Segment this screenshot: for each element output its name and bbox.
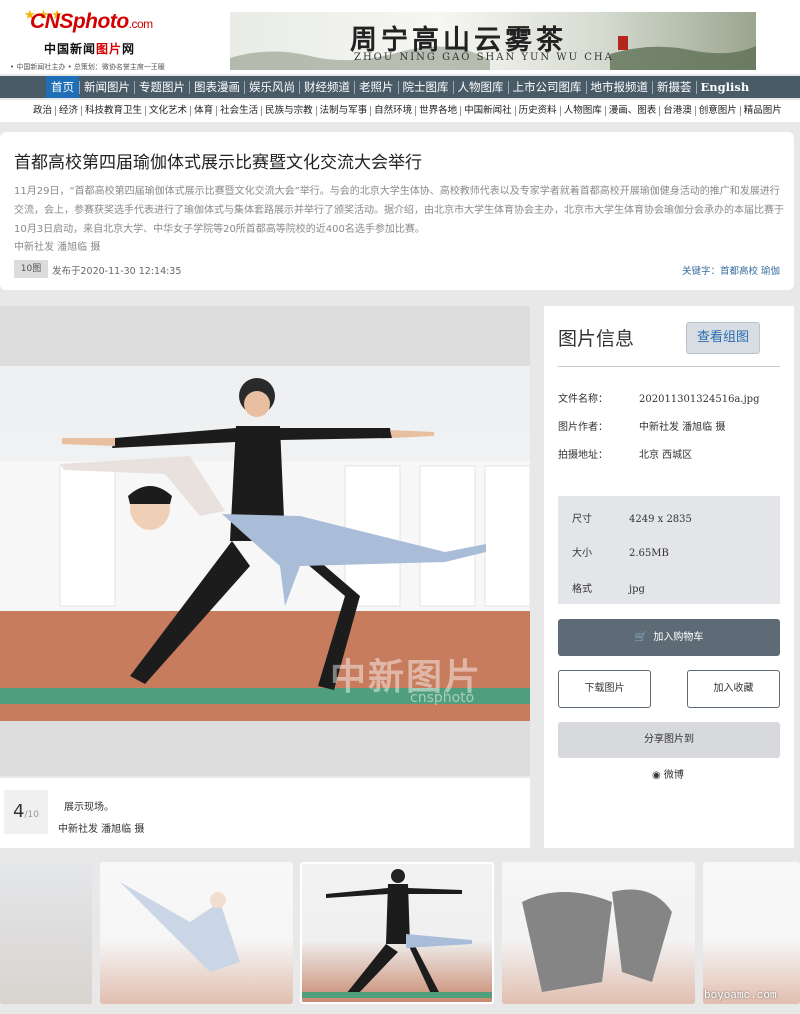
main-nav: 首页 新闻图片 专题图片 图表漫画 娱乐风尚 财经频道 老照片 院士图库 人物图… <box>0 76 800 98</box>
filesize-row: 大小 2.65MB <box>572 548 669 559</box>
thumbnail-strip <box>0 858 800 1008</box>
nav-item-new-photographers[interactable]: 新摄荟 <box>652 80 696 94</box>
seal-icon <box>618 36 628 50</box>
nav-item-home[interactable]: 首页 <box>46 76 79 98</box>
add-favorite-button[interactable]: 加入收藏 <box>687 670 780 708</box>
image-viewer: 中新图片 cnsphoto <box>0 306 530 776</box>
category-item[interactable]: 科技教育卫生 <box>81 106 145 116</box>
divider <box>558 366 780 367</box>
location-row: 拍摄地址： 北京 西城区 <box>558 450 693 461</box>
category-item[interactable]: 历史资料 <box>514 106 560 116</box>
nav-item-english[interactable]: English <box>695 80 754 94</box>
article-credit: 中新社发 潘旭临 摄 <box>14 242 101 253</box>
dimension-row: 尺寸 4249 x 2835 <box>572 514 692 525</box>
filename-value: 202011301324516a.jpg <box>639 394 760 405</box>
thumbnail-current[interactable] <box>300 862 494 1004</box>
category-item[interactable]: 政治 <box>30 106 55 116</box>
category-item[interactable]: 台港澳 <box>659 106 695 116</box>
logo-cn-name: 中国新闻图片网 <box>44 42 136 56</box>
share-button[interactable]: 分享图片到 <box>558 722 780 758</box>
format-row: 格式 jpg <box>572 584 645 595</box>
category-item[interactable]: 社会生活 <box>216 106 261 116</box>
category-item[interactable]: 精品图片 <box>739 106 785 116</box>
category-item[interactable]: 漫画、图表 <box>604 106 660 116</box>
nav-item-charts-comics[interactable]: 图表漫画 <box>189 80 244 94</box>
category-item[interactable]: 创意图片 <box>694 106 740 116</box>
photo-index: 4/10 <box>4 790 48 834</box>
nav-item-academician[interactable]: 院士图库 <box>397 80 453 94</box>
thumbnail[interactable] <box>502 862 695 1004</box>
logo-brand: CNSphoto.com <box>30 10 153 33</box>
weibo-share-link[interactable]: ◉ 微博 <box>652 766 684 781</box>
logo-slogan: • 中国新闻社主办 • 总策划：微协名誉主席一王暖 <box>10 63 165 71</box>
category-item[interactable]: 中国新闻社 <box>460 106 515 116</box>
site-header: ★★★ CNSphoto.com 中国新闻图片网 • 中国新闻社主办 • 总策划… <box>0 0 800 74</box>
location-value: 北京 西城区 <box>639 450 693 461</box>
category-item[interactable]: 民族与宗教 <box>261 106 316 116</box>
category-nav: 政治 经济 科技教育卫生 文化艺术 体育 社会生活 民族与宗教 法制与军事 自然… <box>0 100 800 122</box>
nav-item-local-papers[interactable]: 地市报频道 <box>585 80 653 94</box>
keywords-link[interactable]: 关键字：首都高校 瑜伽 <box>682 263 780 277</box>
category-item[interactable]: 世界各地 <box>415 106 460 116</box>
category-item[interactable]: 法制与军事 <box>315 106 371 116</box>
cnsphoto-logo[interactable]: ★★★ CNSphoto.com 中国新闻图片网 • 中国新闻社主办 • 总策划… <box>8 6 196 72</box>
add-to-cart-button[interactable]: 🛒 加入购物车 <box>558 619 780 656</box>
nav-item-entertainment[interactable]: 娱乐风尚 <box>244 80 299 94</box>
category-item[interactable]: 人物图库 <box>559 106 605 116</box>
category-item[interactable]: 文化艺术 <box>145 106 190 116</box>
photo-caption: 展示现场。 <box>64 802 114 813</box>
category-item[interactable]: 经济 <box>55 106 81 116</box>
article-card: 首都高校第四届瑜伽体式展示比赛暨文化交流大会举行 11月29日，“首都高校第四届… <box>0 132 794 290</box>
author-row: 图片作者： 中新社发 潘旭临 摄 <box>558 422 726 433</box>
nav-item-news-photos[interactable]: 新闻图片 <box>79 80 134 94</box>
yoga-thumb-icon <box>522 889 672 992</box>
article-title: 首都高校第四届瑜伽体式展示比赛暨文化交流大会举行 <box>14 153 422 173</box>
info-heading: 图片信息 <box>558 328 635 350</box>
author-value: 中新社发 潘旭临 摄 <box>639 422 726 433</box>
photo-spec-box: 尺寸 4249 x 2835 大小 2.65MB 格式 jpg <box>558 496 780 604</box>
ad-banner[interactable]: 周宁高山云雾茶 ZHOU NING GAO SHAN YUN WU CHA <box>230 12 756 70</box>
yoga-thumb-icon <box>120 882 240 972</box>
thumbnail[interactable] <box>703 862 800 1004</box>
publish-date: 发布于2020-11-30 12:14:35 <box>52 266 182 277</box>
category-item[interactable]: 体育 <box>190 106 216 116</box>
image-count-badge: 10图 <box>14 260 48 278</box>
main-photo[interactable]: 中新图片 cnsphoto <box>0 366 530 721</box>
thumbnail[interactable] <box>0 862 92 1004</box>
thumbnail[interactable] <box>100 862 293 1004</box>
category-item[interactable]: 自然环境 <box>370 106 415 116</box>
article-summary: 11月29日，“首都高校第四届瑜伽体式展示比赛暨文化交流大会”举行。与会的北京大… <box>14 186 784 235</box>
nav-item-listed-companies[interactable]: 上市公司图库 <box>507 80 586 94</box>
weibo-icon: ◉ <box>652 770 661 781</box>
banner-pinyin: ZHOU NING GAO SHAN YUN WU CHA <box>354 52 614 63</box>
cart-icon: 🛒 <box>634 632 648 643</box>
nav-item-feature-photos[interactable]: 专题图片 <box>134 80 189 94</box>
filename-row: 文件名称： 202011301324516a.jpg <box>558 394 760 405</box>
view-group-button[interactable]: 查看组图 <box>686 322 760 354</box>
site-watermark: boyoamc.com <box>704 990 777 1002</box>
photo-credit: 中新社发 潘旭临 摄 <box>58 824 145 835</box>
nav-item-people[interactable]: 人物图库 <box>452 80 508 94</box>
download-button[interactable]: 下载图片 <box>558 670 651 708</box>
photo-watermark-en: cnsphoto <box>410 690 475 706</box>
nav-item-finance[interactable]: 财经频道 <box>299 80 354 94</box>
yoga-thumb-icon <box>302 869 492 998</box>
nav-item-old-photos[interactable]: 老照片 <box>354 80 398 94</box>
photo-caption-bar: 4/10 展示现场。 中新社发 潘旭临 摄 <box>0 778 530 848</box>
